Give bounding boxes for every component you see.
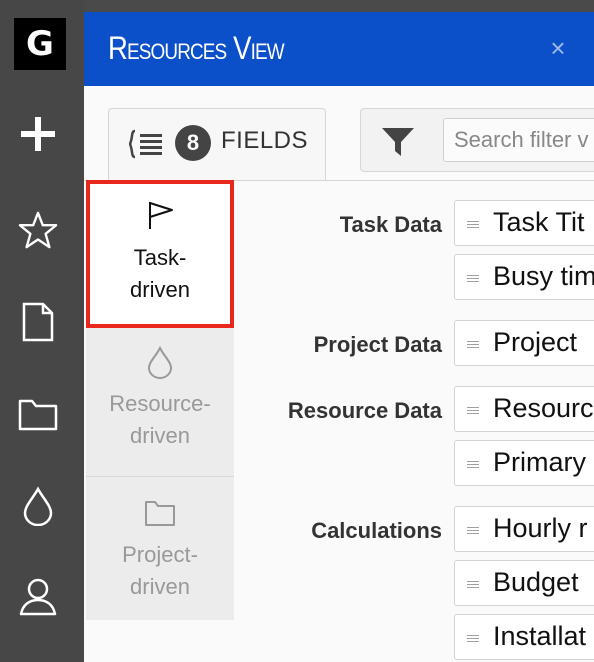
folder-icon[interactable] — [18, 394, 58, 434]
panel-titlebar: Resources View × — [84, 12, 594, 86]
section-label-task-data: Task Data — [339, 212, 442, 237]
flag-icon — [86, 200, 234, 230]
field-item[interactable]: Project — [454, 320, 594, 366]
mode-label-line1: Task- — [133, 245, 187, 270]
drop-icon — [86, 346, 234, 380]
field-name: Hourly r — [493, 513, 588, 543]
field-name: Project — [493, 327, 578, 357]
drag-handle-icon[interactable] — [467, 635, 479, 644]
user-icon[interactable] — [18, 576, 58, 616]
panel-title: Resources View — [108, 30, 285, 66]
mode-label-line2: driven — [130, 277, 190, 302]
field-item[interactable]: Task Tit — [454, 200, 594, 246]
drag-handle-icon[interactable] — [467, 407, 479, 416]
star-icon[interactable] — [18, 210, 58, 250]
field-item[interactable]: Primary — [454, 440, 594, 486]
field-name: Installat — [493, 621, 587, 651]
panel-content: 8 FIELDS Search filter v Task- driven Re… — [84, 86, 594, 662]
drag-handle-icon[interactable] — [467, 527, 479, 536]
close-icon[interactable]: × — [544, 34, 572, 62]
field-item[interactable]: Installat — [454, 614, 594, 660]
field-name: Primary — [493, 447, 586, 477]
mode-label-line1: Resource- — [109, 391, 211, 416]
drag-handle-icon[interactable] — [467, 581, 479, 590]
section-label-resource-data: Resource Data — [287, 398, 442, 423]
folder-icon — [86, 499, 234, 527]
field-item[interactable]: Busy tim — [454, 254, 594, 300]
field-item[interactable]: Resourc — [454, 386, 594, 432]
list-lines-icon — [128, 129, 165, 164]
filter-icon[interactable] — [381, 127, 415, 162]
drag-handle-icon[interactable] — [467, 341, 479, 350]
drop-icon[interactable] — [18, 486, 58, 526]
field-name: Budget — [493, 567, 579, 597]
field-name: Resourc — [493, 393, 594, 423]
fields-count-badge: 8 — [175, 125, 211, 161]
app-logo[interactable]: G — [14, 18, 66, 70]
resources-view-panel: Resources View × 8 FIELDS Search filter … — [84, 12, 594, 662]
left-rail: G — [0, 0, 84, 662]
drag-handle-icon[interactable] — [467, 275, 479, 284]
field-name: Busy tim — [493, 261, 594, 291]
drag-handle-icon[interactable] — [467, 461, 479, 470]
fields-tab-label: FIELDS — [221, 127, 309, 154]
mode-resource-driven[interactable]: Resource- driven — [86, 328, 234, 476]
mode-label-line1: Project- — [122, 542, 198, 567]
section-label-calculations: Calculations — [311, 518, 442, 543]
mode-label-line2: driven — [130, 423, 190, 448]
mode-label-line2: driven — [130, 574, 190, 599]
drag-handle-icon[interactable] — [467, 221, 479, 230]
search-filter-input[interactable]: Search filter v — [443, 118, 594, 162]
filter-bar: Search filter v — [360, 108, 594, 172]
mode-project-driven[interactable]: Project- driven — [86, 476, 234, 625]
field-item[interactable]: Hourly r — [454, 506, 594, 552]
field-name: Task Tit — [493, 207, 585, 237]
tab-fields[interactable]: 8 FIELDS — [108, 108, 326, 181]
document-icon[interactable] — [18, 302, 58, 342]
mode-selector: Task- driven Resource- driven Project- d… — [86, 180, 234, 620]
plus-icon[interactable] — [18, 114, 58, 154]
field-item[interactable]: Budget — [454, 560, 594, 606]
section-label-project-data: Project Data — [313, 332, 442, 357]
mode-task-driven[interactable]: Task- driven — [86, 180, 234, 328]
